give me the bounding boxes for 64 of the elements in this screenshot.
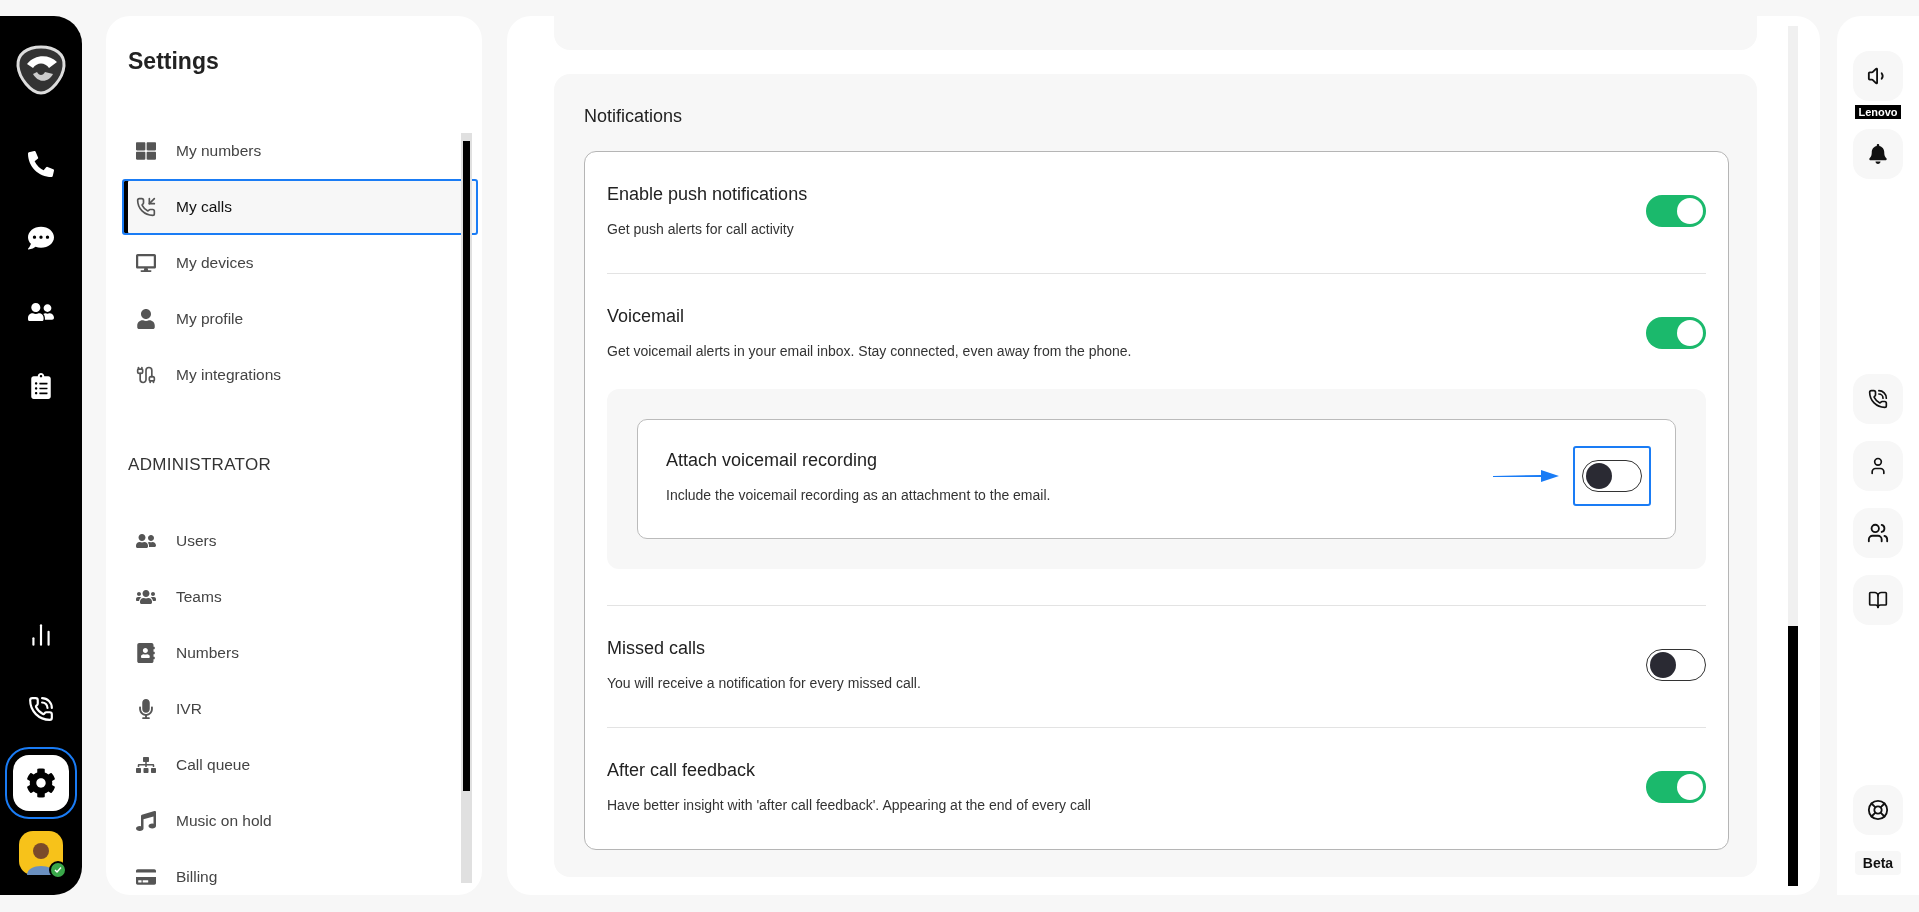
toggle-switch[interactable] xyxy=(1646,648,1706,681)
menu-item[interactable]: My profile xyxy=(122,291,478,347)
lifebuoy-icon xyxy=(1867,799,1889,821)
bell-icon xyxy=(1868,144,1888,164)
call-queue-icon xyxy=(136,755,156,775)
scrollbar[interactable] xyxy=(1788,26,1798,886)
phone-icon xyxy=(28,151,54,177)
toggle-switch[interactable] xyxy=(1646,770,1706,803)
chat-bubble-icon xyxy=(28,225,54,251)
credit-card-icon xyxy=(136,867,156,887)
music-note-icon xyxy=(136,811,156,831)
clipboard-icon xyxy=(28,373,54,399)
favorite-call-button[interactable] xyxy=(1853,374,1903,424)
users-icon xyxy=(1867,522,1889,544)
menu-item[interactable]: My numbers xyxy=(122,123,478,179)
avatar[interactable] xyxy=(19,831,63,875)
monitor-icon xyxy=(136,253,156,273)
setting-title: After call feedback xyxy=(607,760,757,781)
contact-button[interactable] xyxy=(1853,441,1903,491)
menu-item[interactable]: Music on hold xyxy=(122,793,478,849)
menu-item[interactable]: Teams xyxy=(122,569,478,625)
toggle-switch[interactable] xyxy=(1582,460,1642,492)
menu-item[interactable]: Numbers xyxy=(122,625,478,681)
users-icon xyxy=(136,531,156,551)
setting-description: Have better insight with 'after call feedback'. Appearing at the end of every call xyxy=(607,797,1091,813)
setting-title: Missed calls xyxy=(607,638,707,659)
book-button[interactable] xyxy=(1853,575,1903,625)
setting-description: Get voicemail alerts in your email inbox. Stay connected, even away from the phone. xyxy=(607,343,1132,359)
user-icon xyxy=(136,309,156,329)
panel-title: Settings xyxy=(128,48,220,75)
contact-book-icon xyxy=(136,643,156,663)
menu-item[interactable]: Users xyxy=(122,513,478,569)
card-title: Notifications xyxy=(584,106,684,127)
help-button[interactable] xyxy=(1853,785,1903,835)
setting-title: Attach voicemail recording xyxy=(666,449,879,471)
settings-icon xyxy=(26,768,56,798)
arrow-icon xyxy=(1493,469,1559,483)
menu-item[interactable]: My integrations xyxy=(122,347,478,403)
logo-icon xyxy=(15,44,67,96)
device-label: Lenovo xyxy=(1855,105,1901,119)
beta-label: Beta xyxy=(1854,851,1902,875)
book-icon xyxy=(1868,590,1888,610)
setting-title: Enable push notifications xyxy=(607,184,808,205)
speaker-button[interactable] xyxy=(1853,51,1903,101)
grid-icon xyxy=(136,141,156,161)
menu-item[interactable]: Billing xyxy=(122,849,478,905)
setting-title: Voicemail xyxy=(607,306,686,327)
setting-description: Get push alerts for call activity xyxy=(607,221,795,237)
group-button[interactable] xyxy=(1853,508,1903,558)
integration-icon xyxy=(136,365,156,385)
menu-item[interactable]: Call queue xyxy=(122,737,478,793)
section-heading: ADMINISTRATOR xyxy=(128,455,273,475)
menu-item[interactable]: My calls xyxy=(122,179,478,235)
toggle-switch[interactable] xyxy=(1646,194,1706,227)
setting-description: Include the voicemail recording as an attachment to the email. xyxy=(666,486,1051,503)
menu-item[interactable]: IVR xyxy=(122,681,478,737)
toggle-switch[interactable] xyxy=(1646,316,1706,349)
menu-item[interactable]: My devices xyxy=(122,235,478,291)
user-icon xyxy=(1868,456,1888,476)
notification-button[interactable] xyxy=(1853,129,1903,179)
scrollbar[interactable] xyxy=(461,133,472,883)
phone-icon xyxy=(136,197,156,217)
team-icon xyxy=(136,587,156,607)
setting-description: You will receive a notification for every missed call. xyxy=(607,675,921,691)
